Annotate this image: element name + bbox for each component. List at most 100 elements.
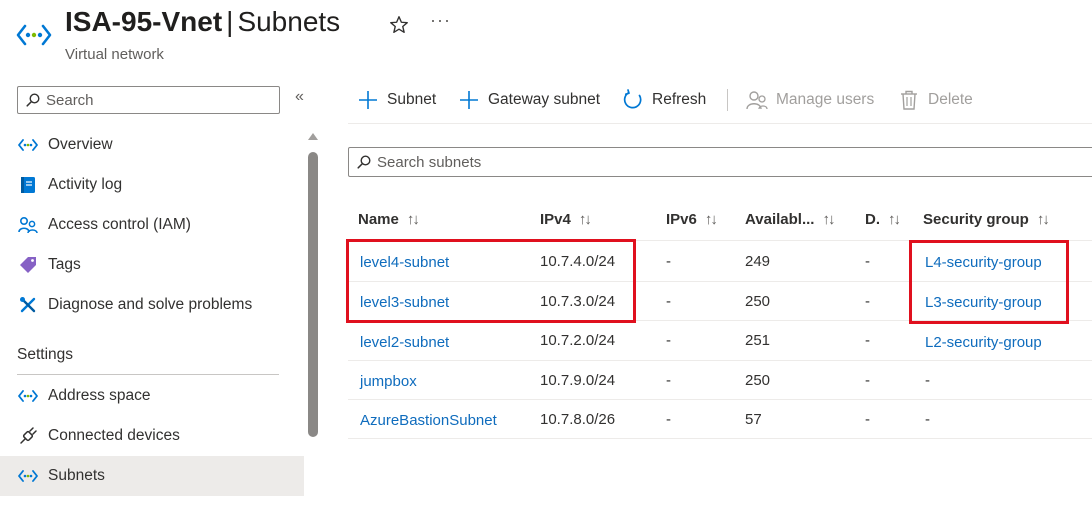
- security-group-value: -: [925, 411, 930, 428]
- subnet-ipv6: -: [666, 411, 671, 428]
- sidebar-item-activity-log[interactable]: Activity log: [0, 165, 304, 205]
- vnet-icon: [17, 134, 39, 156]
- subnet-ipv6: -: [666, 332, 671, 349]
- plus-icon: [458, 89, 480, 111]
- sidebar-item-access-control[interactable]: Access control (IAM): [0, 205, 304, 245]
- column-header-label: IPv6: [666, 210, 697, 228]
- sidebar-item-label: Tags: [48, 256, 81, 273]
- sort-icon: ↑↓: [704, 210, 718, 228]
- wrench-icon: [17, 294, 39, 316]
- refresh-button[interactable]: Refresh: [622, 86, 706, 114]
- table-row-divider: [348, 399, 1092, 400]
- security-group-value: -: [925, 372, 930, 389]
- subnet-name-link[interactable]: level4-subnet: [360, 253, 449, 273]
- delete-button[interactable]: Delete: [898, 86, 973, 114]
- sidebar-item-tags[interactable]: Tags: [0, 245, 304, 285]
- subnet-available: 250: [745, 372, 771, 389]
- toolbar-divider: [727, 89, 728, 111]
- title-separator: |: [226, 6, 234, 37]
- column-header-ipv4[interactable]: IPv4 ↑↓: [540, 208, 592, 230]
- table-row-divider: [348, 320, 1092, 321]
- sidebar-search-box[interactable]: [17, 86, 280, 114]
- sidebar-item-address-space[interactable]: Address space: [0, 376, 304, 416]
- column-header-delegated[interactable]: D. ↑↓: [865, 208, 901, 230]
- manage-users-button[interactable]: Manage users: [746, 86, 874, 114]
- subnet-ipv6: -: [666, 293, 671, 310]
- column-header-label: Name: [358, 210, 399, 228]
- subnet-ipv4: 10.7.3.0/24: [540, 293, 616, 310]
- sort-icon: ↑↓: [822, 210, 835, 228]
- sidebar-item-label: Diagnose and solve problems: [48, 296, 253, 313]
- sidebar-item-connected-devices[interactable]: Connected devices: [0, 416, 304, 456]
- resource-name: ISA-95-Vnet: [65, 6, 223, 37]
- delete-label: Delete: [928, 91, 973, 108]
- subnet-available: 250: [745, 293, 771, 310]
- manage-users-label: Manage users: [776, 91, 875, 108]
- subnet-delegated: -: [865, 293, 870, 310]
- sidebar-item-label: Subnets: [48, 467, 105, 484]
- subnet-available: 249: [745, 253, 771, 270]
- sort-icon: ↑↓: [406, 210, 420, 228]
- refresh-icon: [622, 89, 644, 111]
- sidebar-section-settings: Settings: [17, 346, 74, 363]
- blade-name: Subnets: [237, 6, 341, 37]
- subnet-delegated: -: [865, 253, 870, 270]
- tag-icon: [17, 254, 39, 276]
- sidebar-scrollbar-thumb[interactable]: [308, 152, 318, 437]
- subnet-search-box[interactable]: [348, 147, 1092, 177]
- scroll-up-arrow-icon[interactable]: [308, 133, 318, 140]
- column-header-available[interactable]: Availabl... ↑↓: [745, 208, 835, 230]
- subnet-delegated: -: [865, 411, 870, 428]
- security-group-link[interactable]: L3-security-group: [925, 293, 1042, 313]
- sidebar-item-subnets[interactable]: Subnets: [0, 456, 304, 496]
- add-subnet-button[interactable]: Subnet: [357, 86, 436, 114]
- subnet-name-link[interactable]: jumpbox: [360, 372, 417, 392]
- subnet-ipv4: 10.7.4.0/24: [540, 253, 616, 270]
- column-header-security-group[interactable]: Security group ↑↓: [923, 208, 1050, 230]
- subnet-ipv4: 10.7.8.0/26: [540, 411, 616, 428]
- subnet-delegated: -: [865, 372, 870, 389]
- security-group-link[interactable]: L4-security-group: [925, 253, 1042, 273]
- subnet-ipv6: -: [666, 253, 671, 270]
- add-subnet-label: Subnet: [387, 91, 437, 108]
- subnet-name-link[interactable]: level3-subnet: [360, 293, 449, 313]
- subnet-ipv4: 10.7.2.0/24: [540, 332, 616, 349]
- plug-icon: [17, 425, 39, 447]
- vnet-icon: [17, 465, 39, 487]
- section-divider: [17, 374, 279, 375]
- security-group-link[interactable]: L2-security-group: [925, 333, 1042, 353]
- sort-icon: ↑↓: [1036, 210, 1050, 228]
- more-options-icon[interactable]: ···: [430, 10, 451, 31]
- column-header-label: Availabl...: [745, 210, 815, 228]
- resource-type: Virtual network: [65, 46, 164, 63]
- subnet-delegated: -: [865, 332, 870, 349]
- subnet-ipv4: 10.7.9.0/24: [540, 372, 616, 389]
- column-header-ipv6[interactable]: IPv6 ↑↓: [666, 208, 718, 230]
- table-header-divider: [348, 240, 1092, 241]
- iam-icon: [17, 214, 39, 236]
- sidebar-item-diagnose[interactable]: Diagnose and solve problems: [0, 285, 304, 325]
- subnet-name-link[interactable]: AzureBastionSubnet: [360, 411, 497, 431]
- sidebar-item-label: Access control (IAM): [48, 216, 191, 233]
- sidebar-item-overview[interactable]: Overview: [0, 125, 304, 165]
- vnet-icon: [17, 385, 39, 407]
- search-icon: [26, 93, 40, 107]
- add-gateway-subnet-button[interactable]: Gateway subnet: [458, 86, 600, 114]
- favorite-star-icon[interactable]: [388, 14, 410, 36]
- column-header-name[interactable]: Name ↑↓: [358, 208, 420, 230]
- sort-icon: ↑↓: [888, 210, 901, 228]
- users-icon: [746, 89, 768, 111]
- table-row-divider: [348, 281, 1092, 282]
- virtual-network-icon: [16, 24, 52, 46]
- sidebar-search-input[interactable]: [46, 91, 266, 109]
- column-header-label: D.: [865, 210, 880, 228]
- subnet-name-link[interactable]: level2-subnet: [360, 333, 449, 353]
- gateway-subnet-label: Gateway subnet: [488, 91, 601, 108]
- plus-icon: [357, 89, 379, 111]
- activity-log-icon: [17, 174, 39, 196]
- subnet-search-input[interactable]: [377, 153, 977, 171]
- subnet-available: 251: [745, 332, 771, 349]
- page-title: ISA-95-Vnet | Subnets: [65, 6, 340, 38]
- sidebar-item-label: Overview: [48, 136, 113, 153]
- collapse-sidebar-icon[interactable]: «: [295, 88, 304, 106]
